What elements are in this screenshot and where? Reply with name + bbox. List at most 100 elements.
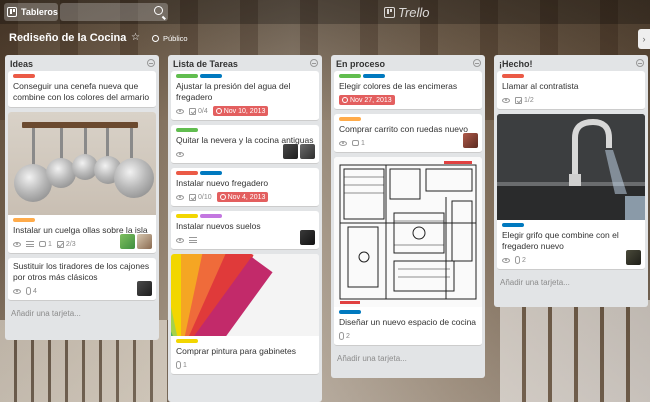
add-card-button[interactable]: Añadir una tarjeta... [5,305,159,324]
attachment-icon [339,332,344,340]
faucet-image [497,114,645,220]
list-title[interactable]: ¡Hecho! [499,59,533,69]
card[interactable]: Elegir colores de las encimeras Nov 27, … [334,71,482,110]
attachment-count: 4 [33,287,37,295]
list-header: Ideas [5,55,159,71]
list-menu-icon[interactable] [147,59,155,67]
label-purple [200,214,222,218]
card-title: Comprar pintura para gabinetes [176,346,297,356]
list-title[interactable]: Ideas [10,59,33,69]
color-swatch-image [171,254,319,336]
search-icon[interactable] [154,6,163,15]
checklist-count: 2/3 [65,240,76,248]
sidebar-toggle-button[interactable]: › [638,29,650,49]
card[interactable]: Diseñar un nuevo espacio de cocina 2 [334,157,482,346]
label-blue [502,223,524,227]
checklist-icon [515,96,522,104]
description-icon [189,237,197,243]
card[interactable]: Sustituir los tiradores de los cajones p… [8,258,156,301]
watch-icon [339,140,347,146]
comment-icon [352,140,359,146]
trello-logo[interactable]: Trello [384,5,430,20]
list-menu-icon[interactable] [310,59,318,67]
list-done: ¡Hecho! Llamar al contratista 1/2 Elegir… [494,55,648,307]
label-yellow [176,214,198,218]
member-avatar[interactable] [120,234,135,249]
description-icon [26,241,34,247]
member-avatar[interactable] [300,230,315,245]
member-avatar[interactable] [626,250,641,265]
board-title[interactable]: Rediseño de la Cocina [9,32,126,44]
checklist-icon [189,107,196,115]
label-blue [200,171,222,175]
attachment-icon [515,256,520,264]
faucet-drawing [497,114,645,220]
comment-count: 1 [361,139,365,147]
pots-image [8,112,156,215]
comment-count: 1 [48,240,52,248]
due-date-badge[interactable]: Nov 27, 2013 [339,95,395,105]
due-date: Nov 27, 2013 [350,96,392,104]
label-green [176,74,198,78]
list-header: En proceso [331,55,485,71]
add-card-button[interactable]: Añadir una tarjeta... [331,350,485,369]
watch-icon [502,97,510,103]
card[interactable]: Ajustar la presión del agua del fregader… [171,71,319,121]
list-menu-icon[interactable] [473,59,481,67]
card[interactable]: Quitar la nevera y la cocina antiguas [171,125,319,164]
floor-plan-drawing [339,161,477,304]
search-input[interactable] [60,3,168,21]
list-header: ¡Hecho! [494,55,648,71]
add-card-button[interactable]: Añadir una tarjeta... [494,274,648,293]
card[interactable]: Llamar al contratista 1/2 [497,71,645,110]
attachment-count: 1 [183,361,187,369]
label-green [339,74,361,78]
boards-button[interactable]: Tableros [4,3,58,21]
member-avatar[interactable] [283,144,298,159]
star-icon[interactable]: ☆ [131,32,140,43]
card-title: Comprar carrito con ruedas nuevo [339,124,468,134]
label-red [13,74,35,78]
list-tasks: Lista de Tareas Ajustar la presión del a… [168,55,322,402]
chevron-right-icon: › [642,34,646,44]
visibility-button[interactable]: Público [152,34,188,43]
card-title: Instalar nuevo fregadero [176,178,269,188]
card[interactable]: Instalar un cuelga ollas sobre la isla 1… [8,112,156,254]
card-title: Elegir grifo que combine con el fregader… [502,230,619,251]
member-avatar[interactable] [137,281,152,296]
card-title: Diseñar un nuevo espacio de cocina [339,317,477,327]
watch-icon [176,194,184,200]
due-date-badge[interactable]: Nov 10, 2013 [212,106,269,116]
card-title: Elegir colores de las encimeras [339,81,458,91]
board-header: Rediseño de la Cocina ☆ Público [0,28,650,50]
card-title: Llamar al contratista [502,81,579,91]
due-date-badge[interactable]: Nov 4, 2013 [216,192,269,202]
background-window [500,300,650,402]
list-menu-icon[interactable] [636,59,644,67]
member-avatar[interactable] [463,133,478,148]
checklist-icon [56,240,64,248]
card[interactable]: Conseguir una cenefa nueva que combine c… [8,71,156,108]
label-orange [339,117,361,121]
checklist-count: 0/4 [198,107,208,115]
list-title[interactable]: Lista de Tareas [173,59,238,69]
member-avatar[interactable] [300,144,315,159]
card[interactable]: Instalar nuevos suelos [171,211,319,250]
globe-icon [152,35,159,42]
list-title[interactable]: En proceso [336,59,385,69]
watch-icon [176,237,184,243]
watch-icon [13,241,21,247]
card[interactable]: Instalar nuevo fregadero 0/10 Nov 4, 201… [171,168,319,207]
trello-logo-icon [384,7,395,18]
list-ideas: Ideas Conseguir una cenefa nueva que com… [5,55,159,340]
floor-plan-image [334,157,482,307]
boards-label: Tableros [21,7,58,17]
watch-icon [13,288,21,294]
card[interactable]: Elegir grifo que combine con el fregader… [497,114,645,270]
card[interactable]: Comprar carrito con ruedas nuevo 1 [334,114,482,153]
watch-icon [502,257,510,263]
member-avatar[interactable] [137,234,152,249]
card[interactable]: Comprar pintura para gabinetes 1 [171,254,319,375]
due-date: Nov 4, 2013 [227,193,266,201]
card-title: Ajustar la presión del agua del fregader… [176,81,291,102]
